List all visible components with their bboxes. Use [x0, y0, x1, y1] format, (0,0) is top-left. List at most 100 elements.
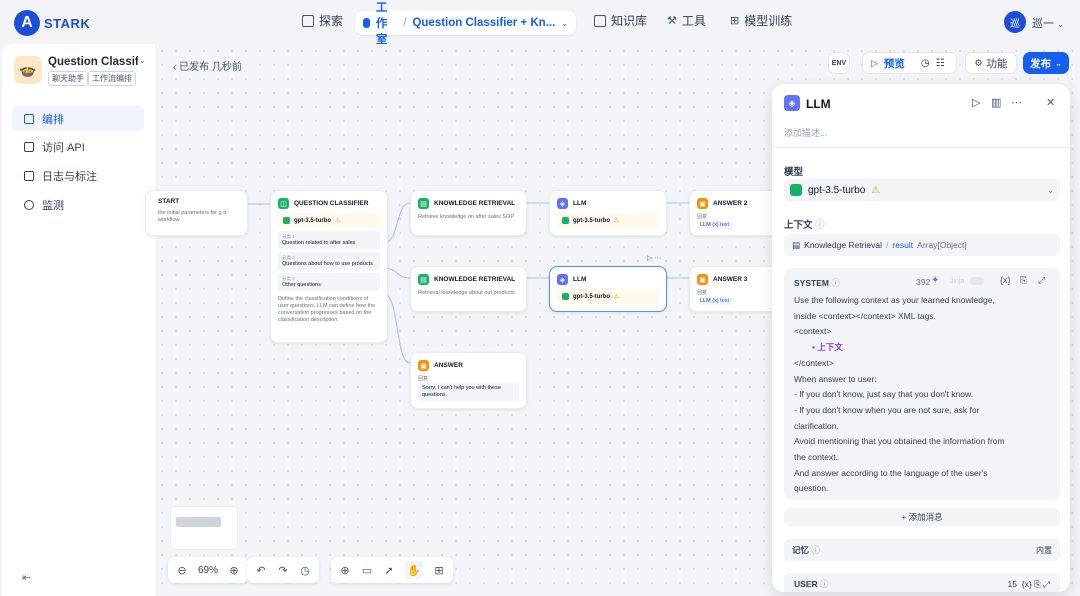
prompt-line: - If you don't know when you are not sur…: [794, 404, 980, 415]
openai-icon: [562, 293, 569, 300]
stark-logo[interactable]: A STARK: [14, 10, 90, 36]
prompt-line: Use the following context as your learne…: [794, 295, 995, 305]
answer-output: 回复 LLM {x} text: [697, 213, 771, 229]
history-icon[interactable]: ◷: [299, 564, 311, 577]
expand-icon[interactable]: ⤢: [1038, 275, 1045, 286]
prompt-line: inside <context></context> XML tags.: [794, 310, 936, 321]
node-answer-3[interactable]: ▣ ANSWER 3 回复 LLM {x} text: [689, 266, 779, 312]
help-icon[interactable]: ⓘ: [820, 579, 829, 589]
context-chip-label: 上下文: [817, 342, 843, 353]
organize-icon[interactable]: ⊞: [433, 564, 445, 577]
jinja-toggle[interactable]: [970, 277, 984, 285]
nav-knowledge[interactable]: 知识库: [594, 12, 647, 29]
model-chip: gpt-3.5-turbo ⚠: [557, 213, 659, 228]
node-title: LLM: [573, 276, 587, 283]
memory-label: 记忆 ⓘ: [792, 544, 820, 556]
app-type-tag: 聊天助手: [48, 71, 88, 86]
openai-icon: [283, 217, 290, 224]
model-name: gpt-3.5-turbo: [573, 293, 610, 300]
help-icon[interactable]: ⓘ: [815, 220, 825, 231]
insert-variable-icon[interactable]: {x}: [1000, 275, 1011, 285]
system-prompt-text[interactable]: Use the following context as your learne…: [794, 293, 1054, 497]
prompt-line: <context>: [794, 326, 832, 337]
zoom-out-icon[interactable]: ⊖: [176, 564, 188, 577]
hand-icon[interactable]: ✋: [405, 561, 423, 579]
node-llm-1[interactable]: ◈ LLM gpt-3.5-turbo ⚠: [549, 190, 667, 236]
copy-icon[interactable]: ⎘: [1020, 275, 1027, 286]
chevron-down-icon[interactable]: ⌄: [139, 56, 146, 65]
description-input[interactable]: 添加描述...: [784, 126, 828, 139]
collapse-sidebar-icon[interactable]: ⇤: [22, 571, 31, 584]
add-note-icon[interactable]: ▭: [361, 564, 373, 577]
close-icon[interactable]: ✕: [1046, 96, 1055, 109]
minimap-viewport: [176, 517, 221, 527]
warning-icon: ⚠: [614, 218, 620, 224]
memory-value: 内置: [1036, 545, 1052, 555]
panel-title[interactable]: LLM: [806, 97, 831, 111]
answer-icon: ▣: [697, 198, 708, 209]
undo-icon[interactable]: ↶: [255, 564, 267, 577]
user-prompt-row[interactable]: USER ⓘ 15 {x} ⎘ ⤢: [784, 573, 1060, 592]
chevron-down-icon[interactable]: ⌄: [561, 19, 568, 28]
node-title: KNOWLEDGE RETRIEVAL: [434, 200, 516, 207]
sidebar-item-logs[interactable]: 日志与标注: [12, 163, 144, 188]
node-answer[interactable]: ▣ ANSWER 回复 Sorry, I can't help you with …: [410, 352, 527, 409]
class-label: 分类 3: [282, 276, 295, 281]
run-node-icon[interactable]: ▷: [647, 255, 652, 262]
output-variable: LLM {x} text: [697, 221, 733, 229]
context-label: 上下文 ⓘ: [784, 217, 825, 231]
output-variable: LLM {x} text: [697, 297, 733, 305]
model-name: gpt-3.5-turbo: [808, 184, 866, 196]
node-start[interactable]: START the initial parameters for g a wor…: [145, 190, 248, 236]
more-icon[interactable]: ⋯: [654, 255, 661, 262]
minimap[interactable]: [170, 506, 238, 550]
memory-row[interactable]: 记忆 ⓘ 内置: [784, 539, 1060, 561]
pointer-icon[interactable]: ➚: [383, 564, 395, 577]
grid-icon: ⊞: [730, 15, 740, 27]
zoom-in-icon[interactable]: ⊕: [228, 564, 240, 577]
add-node-icon[interactable]: ⊕: [339, 564, 351, 577]
nav-tools[interactable]: ⚒ 工具: [667, 12, 706, 29]
avatar[interactable]: 巡: [1004, 11, 1026, 33]
openai-icon: [562, 217, 569, 224]
nav-studio[interactable]: 工作室 / Question Classifier + Kn... ⌄: [355, 2, 576, 46]
sidebar-item-orchestrate[interactable]: 编排: [12, 106, 144, 131]
prompt-line: the context.: [794, 452, 838, 463]
node-answer-2[interactable]: ▣ ANSWER 2 回复 LLM {x} text: [689, 190, 779, 236]
help-book-icon[interactable]: ▥: [991, 96, 1001, 109]
nav-training[interactable]: ⊞ 模型训练: [730, 12, 792, 29]
zoom-controls: ⊖ 69% ⊕: [168, 557, 249, 583]
generate-sparkle-icon[interactable]: ✦: [931, 275, 939, 286]
node-title: ANSWER: [434, 362, 463, 369]
sidebar-item-api[interactable]: 访问 API: [12, 134, 144, 159]
llm-config-panel: ◈ LLM ▷ ▥ ⋯ ✕ 添加描述... 模型 gpt-3.5-turbo ⚠…: [772, 84, 1070, 592]
jinja-toggle-label: Jinja: [950, 278, 965, 285]
nav-explore[interactable]: 探索: [302, 12, 343, 29]
help-icon[interactable]: ⓘ: [811, 545, 820, 555]
user-name[interactable]: 巡一 ⌄: [1032, 15, 1064, 31]
sidebar-item-monitor[interactable]: 监测: [12, 192, 144, 217]
node-llm-2[interactable]: ◈ LLM gpt-3.5-turbo ⚠: [549, 266, 667, 312]
model-selector[interactable]: gpt-3.5-turbo ⚠ ⌄: [784, 179, 1060, 201]
app-breadcrumb[interactable]: Question Classifier + Kn...: [412, 17, 555, 29]
llm-icon: ◈: [784, 95, 800, 111]
node-knowledge-retrieval-1[interactable]: ▤ KNOWLEDGE RETRIEVAL Retrieve knowledge …: [410, 190, 527, 236]
add-message-button[interactable]: + 添加消息: [784, 508, 1060, 526]
context-variable-selector[interactable]: ▤ Knowledge Retrieval / result Array[Obj…: [784, 234, 1060, 256]
prompt-line: When answer to user:: [794, 373, 877, 384]
context-chip[interactable]: ▪ 上下文: [812, 340, 843, 356]
redo-icon[interactable]: ↷: [277, 564, 289, 577]
node-title: ANSWER 2: [713, 200, 748, 207]
openai-icon: [790, 184, 802, 196]
system-prompt-editor[interactable]: SYSTEM ⓘ 392 ✦ Jinja {x} ⎘ ⤢ Use the fol…: [784, 268, 1060, 500]
node-question-classifier[interactable]: ◫ QUESTION CLASSIFIER gpt-3.5-turbo ⚠ 分类 1…: [270, 190, 388, 343]
more-icon[interactable]: ⋯: [1011, 96, 1022, 109]
token-count: 392: [916, 277, 931, 287]
file-icon: ▪: [812, 342, 816, 353]
help-icon[interactable]: ⓘ: [831, 278, 840, 288]
node-knowledge-retrieval-2[interactable]: ▤ KNOWLEDGE RETRIEVAL Retrieval knowledge…: [410, 266, 527, 312]
var-type: {x} text: [712, 222, 730, 228]
app-name[interactable]: Question Classif...: [48, 56, 138, 68]
run-node-icon[interactable]: ▷: [972, 96, 980, 109]
zoom-level[interactable]: 69%: [198, 565, 218, 576]
